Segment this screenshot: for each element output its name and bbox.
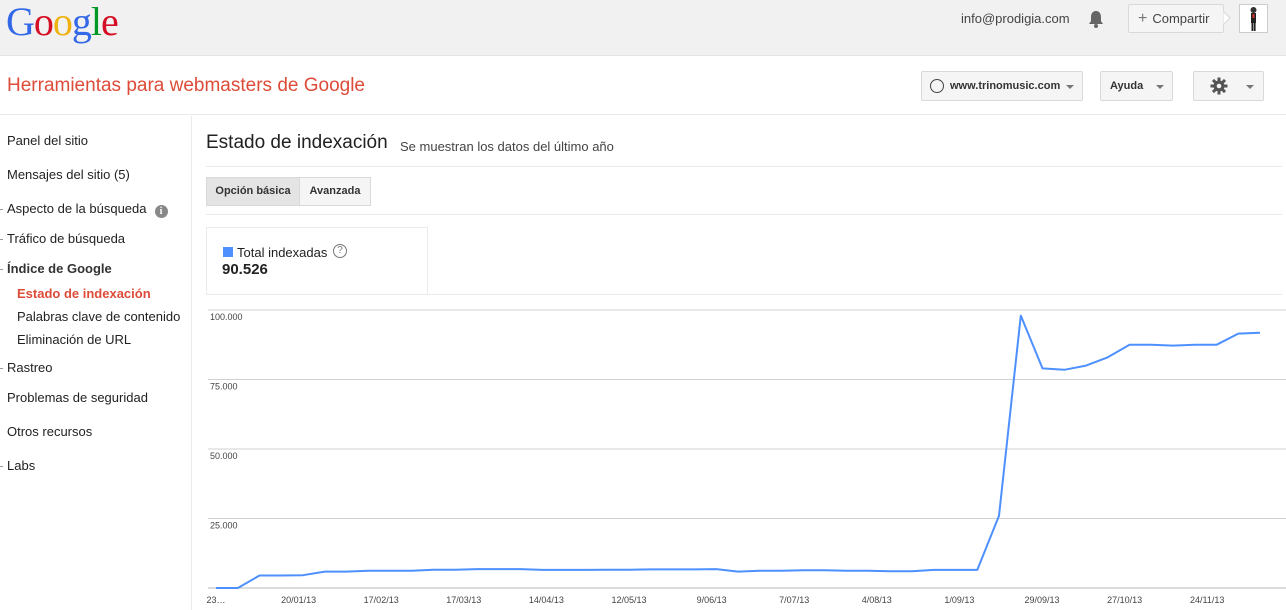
share-label: Compartir — [1152, 11, 1210, 26]
top-bar: Google info@prodigia.com + Compartir — [0, 0, 1286, 56]
sidebar: Panel del sitio Mensajes del sitio (5) A… — [0, 116, 192, 610]
legend-swatch — [223, 247, 233, 257]
share-arrow-icon — [1223, 11, 1231, 25]
logo-letter: o — [52, 0, 73, 44]
logo-letter: e — [101, 0, 119, 44]
gear-icon — [1210, 77, 1228, 95]
sidebar-item-remove-urls[interactable]: Eliminación de URL — [17, 332, 131, 347]
collapse-marker — [0, 209, 3, 210]
divider — [206, 214, 1282, 215]
site-selector[interactable]: www.trinomusic.com — [921, 71, 1083, 101]
chevron-down-icon — [1156, 85, 1164, 89]
x-tick-label: 1/09/13 — [944, 595, 974, 605]
sidebar-item-index-status[interactable]: Estado de indexación — [17, 286, 151, 301]
total-indexed-value: 90.526 — [222, 261, 268, 278]
y-tick-label: 75.000 — [210, 382, 238, 392]
tab-advanced[interactable]: Avanzada — [299, 177, 371, 206]
x-tick-label: 29/09/13 — [1024, 595, 1059, 605]
total-indexed-card: Total indexadas ? 90.526 — [206, 227, 428, 294]
x-tick-label: 17/02/13 — [364, 595, 399, 605]
sidebar-item-crawl[interactable]: Rastreo — [7, 360, 53, 375]
help-button[interactable]: Ayuda — [1100, 71, 1173, 101]
info-icon[interactable]: i — [154, 205, 168, 218]
chevron-down-icon — [1066, 85, 1074, 89]
x-tick-label: 9/06/13 — [697, 595, 727, 605]
sidebar-item-label: Aspecto de la búsqueda — [7, 201, 147, 216]
x-tick-label: 7/07/13 — [779, 595, 809, 605]
x-tick-label: 24/11/13 — [1190, 595, 1224, 605]
notifications-bell-icon[interactable] — [1086, 9, 1106, 29]
y-tick-label: 100.000 — [210, 312, 243, 322]
plus-icon: + — [1138, 10, 1148, 27]
logo-letter: G — [6, 0, 35, 44]
x-tick-label: 4/08/13 — [862, 595, 892, 605]
sidebar-item-other-resources[interactable]: Otros recursos — [7, 424, 92, 439]
sidebar-item-messages[interactable]: Mensajes del sitio (5) — [7, 167, 130, 182]
share-button[interactable]: + Compartir — [1128, 4, 1224, 33]
index-status-chart: 25.000 50.000 75.000 100.000 23… 20/01/13 17/0… — [206, 309, 1286, 605]
sidebar-item-search-appearance[interactable]: Aspecto de la búsqueda i — [7, 201, 168, 218]
collapse-marker — [0, 466, 3, 467]
sidebar-item-security-issues[interactable]: Problemas de seguridad — [7, 390, 148, 405]
x-tick-label: 27/10/13 — [1107, 595, 1142, 605]
x-tick-label: 23… — [206, 595, 225, 605]
sidebar-item-content-keywords[interactable]: Palabras clave de contenido — [17, 309, 180, 324]
legend-label: Total indexadas — [237, 245, 328, 260]
collapse-marker — [0, 269, 3, 270]
person-icon — [1250, 7, 1257, 31]
site-selector-label: www.trinomusic.com — [950, 80, 1061, 92]
sidebar-item-labs[interactable]: Labs — [7, 458, 35, 473]
google-logo[interactable]: Google — [6, 0, 119, 44]
logo-letter: o — [33, 0, 54, 44]
page-title: Estado de indexación — [206, 132, 388, 153]
account-email[interactable]: info@prodigia.com — [961, 11, 1070, 26]
avatar[interactable] — [1239, 4, 1268, 33]
x-tick-label: 12/05/13 — [611, 595, 646, 605]
y-tick-label: 25.000 — [210, 521, 238, 531]
logo-letter: l — [90, 0, 102, 44]
divider — [206, 294, 1282, 295]
help-icon[interactable]: ? — [333, 244, 347, 258]
x-tick-label: 20/01/13 — [281, 595, 316, 605]
divider — [206, 166, 1282, 167]
collapse-marker — [0, 239, 3, 240]
x-tick-label: 14/04/13 — [529, 595, 564, 605]
sidebar-item-search-traffic[interactable]: Tráfico de búsqueda — [7, 231, 125, 246]
help-label: Ayuda — [1110, 80, 1144, 92]
app-title[interactable]: Herramientas para webmasters de Google — [7, 75, 365, 97]
collapse-marker — [0, 368, 3, 369]
y-tick-label: 50.000 — [210, 451, 238, 461]
page-subtitle: Se muestran los datos del último año — [400, 139, 614, 154]
sidebar-item-google-index[interactable]: Índice de Google — [7, 261, 112, 276]
app-header: Herramientas para webmasters de Google w… — [0, 57, 1286, 115]
tab-basic[interactable]: Opción básica — [206, 177, 300, 206]
x-tick-label: 17/03/13 — [446, 595, 481, 605]
settings-button[interactable] — [1193, 71, 1264, 101]
sidebar-item-dashboard[interactable]: Panel del sitio — [7, 133, 88, 148]
logo-letter: g — [71, 0, 92, 44]
site-icon — [930, 79, 944, 93]
chevron-down-icon — [1246, 85, 1254, 89]
series-line — [216, 314, 1261, 589]
